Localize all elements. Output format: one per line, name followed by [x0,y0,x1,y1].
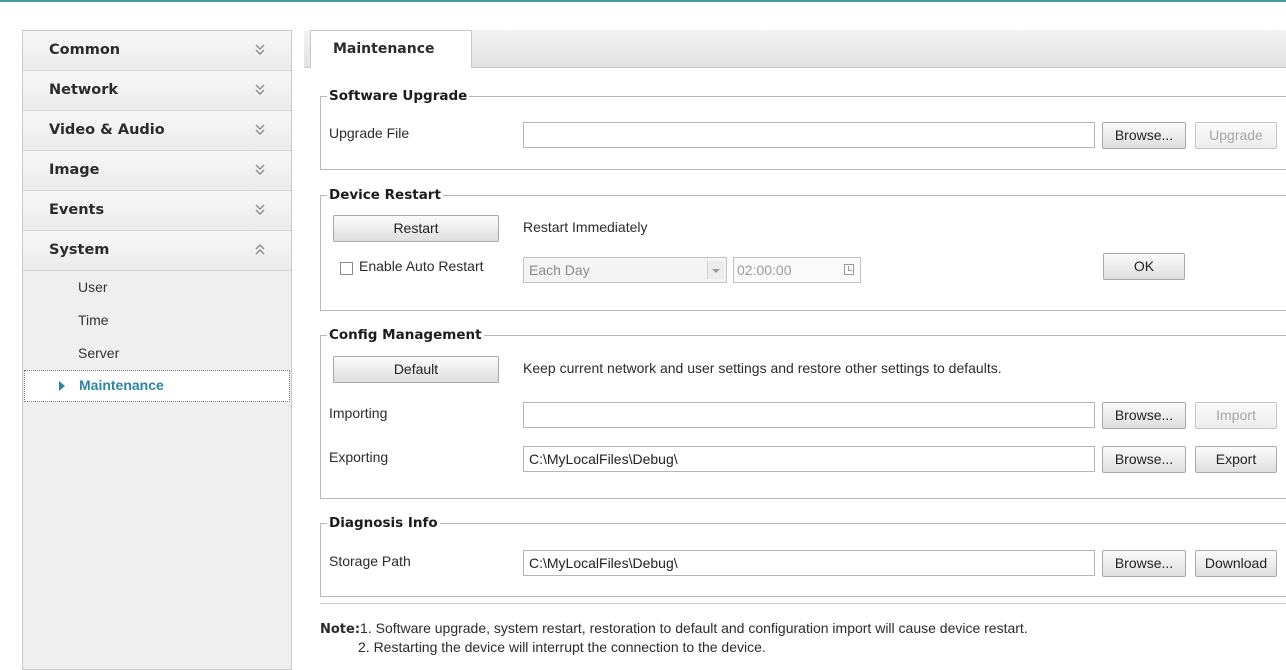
window-top-border [0,0,1286,2]
double-chevron-up-icon [255,244,265,255]
tab-maintenance[interactable]: Maintenance [310,30,472,68]
restart-description: Restart Immediately [523,219,648,235]
sidebar-category-label: System [49,242,110,258]
sidebar-category-label: Image [49,162,100,178]
clock-icon [844,264,854,275]
upgrade-button[interactable]: Upgrade [1195,122,1277,149]
note-text-2: 2. Restarting the device will interrupt … [358,639,766,655]
double-chevron-down-icon [255,44,265,55]
note-line-2: 2. Restarting the device will interrupt … [358,639,766,655]
note-text-1: 1. Software upgrade, system restart, res… [360,620,1028,636]
exporting-path-input[interactable] [523,446,1095,472]
sidebar-item-user[interactable]: User [23,271,291,304]
sidebar-category-label: Events [49,202,105,218]
upgrade-file-input[interactable] [523,122,1095,148]
sidebar-item-server[interactable]: Server [23,337,291,370]
restart-button[interactable]: Restart [333,215,499,242]
sidebar-item-label: Maintenance [79,377,164,393]
config-management-group: Config Management Default Keep current n… [320,327,1286,499]
software-upgrade-group: Software Upgrade Upgrade File Browse... … [320,88,1286,170]
time-value: 02:00:00 [737,262,792,278]
double-chevron-down-icon [255,204,265,215]
tab-label: Maintenance [333,41,435,57]
export-browse-button[interactable]: Browse... [1102,446,1186,473]
sidebar-item-label: User [78,279,108,295]
double-chevron-down-icon [255,84,265,95]
sidebar-category-image[interactable]: Image [23,151,291,191]
sidebar-item-label: Time [78,312,109,328]
double-chevron-down-icon [255,164,265,175]
group-title: Software Upgrade [329,88,468,104]
import-button[interactable]: Import [1195,402,1277,429]
enable-auto-restart-checkbox[interactable] [340,262,353,275]
sidebar-item-label: Server [78,345,120,361]
importing-label: Importing [329,405,388,421]
sidebar-item-time[interactable]: Time [23,304,291,337]
sidebar-category-system[interactable]: System [23,231,291,271]
storage-path-label: Storage Path [329,553,411,569]
sidebar-category-label: Video & Audio [49,122,165,138]
group-title: Config Management [329,327,482,343]
storage-browse-button[interactable]: Browse... [1102,550,1186,577]
group-title: Device Restart [329,187,441,203]
double-chevron-down-icon [255,124,265,135]
sidebar-category-label: Network [49,82,119,98]
sidebar-category-common[interactable]: Common [23,31,291,71]
note-line-1: Note:1. Software upgrade, system restart… [320,620,1028,637]
sidebar: Common Network Video & Audio Image Event… [22,30,292,670]
sidebar-category-video-audio[interactable]: Video & Audio [23,111,291,151]
divider [320,603,1286,604]
enable-auto-restart-label: Enable Auto Restart [359,258,484,274]
device-restart-group: Device Restart Restart Restart Immediate… [320,187,1286,311]
select-value: Each Day [529,262,590,278]
download-button[interactable]: Download [1195,550,1277,577]
exporting-label: Exporting [329,449,389,465]
restart-schedule-select[interactable]: Each Day [523,257,727,283]
sidebar-category-network[interactable]: Network [23,71,291,111]
diagnosis-info-group: Diagnosis Info Storage Path Browse... Do… [320,515,1286,597]
triangle-right-icon [59,381,65,391]
sidebar-category-label: Common [49,42,121,58]
ok-button[interactable]: OK [1103,253,1185,280]
default-button[interactable]: Default [333,356,499,383]
group-title: Diagnosis Info [329,515,438,531]
tab-bar: Maintenance [304,30,1286,68]
export-button[interactable]: Export [1195,446,1277,473]
restart-time-input[interactable]: 02:00:00 [733,257,861,283]
note-prefix: Note: [320,622,361,637]
import-browse-button[interactable]: Browse... [1102,402,1186,429]
sidebar-category-events[interactable]: Events [23,191,291,231]
main-panel: Maintenance Software Upgrade Upgrade Fil… [304,30,1286,655]
importing-file-input[interactable] [523,402,1095,428]
default-description: Keep current network and user settings a… [523,360,1002,376]
upgrade-browse-button[interactable]: Browse... [1102,122,1186,149]
sidebar-item-maintenance[interactable]: Maintenance [24,370,290,402]
upgrade-file-label: Upgrade File [329,125,410,141]
chevron-down-icon [707,261,724,279]
storage-path-input[interactable] [523,550,1095,576]
